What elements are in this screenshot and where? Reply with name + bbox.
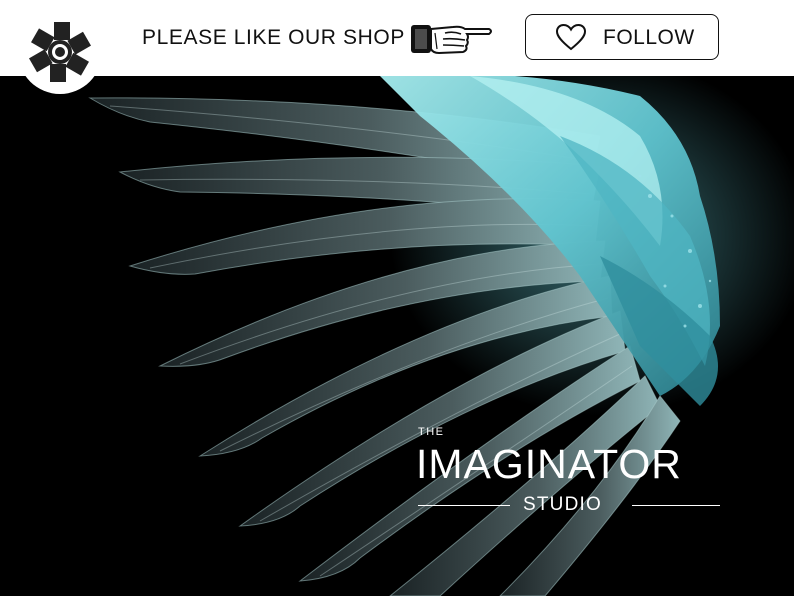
brand-the: THE	[418, 426, 445, 438]
hero-banner: THE IMAGINATOR STUDIO	[0, 76, 794, 596]
brand-divider-right	[632, 505, 720, 506]
studio-brand: THE IMAGINATOR STUDIO	[416, 426, 726, 526]
brand-divider-left	[418, 505, 510, 506]
camera-aperture-logo-icon	[29, 22, 91, 82]
follow-button[interactable]: FOLLOW	[525, 14, 719, 60]
shop-tagline: PLEASE LIKE OUR SHOP	[142, 26, 405, 49]
follow-button-label: FOLLOW	[603, 26, 695, 49]
heart-icon	[555, 23, 587, 51]
brand-name: IMAGINATOR	[416, 441, 682, 487]
shop-logo[interactable]	[18, 10, 102, 94]
pointing-hand-icon	[411, 25, 492, 55]
shop-header: PLEASE LIKE OUR SHOP FOLLOW	[0, 0, 794, 76]
brand-studio: STUDIO	[523, 494, 602, 515]
